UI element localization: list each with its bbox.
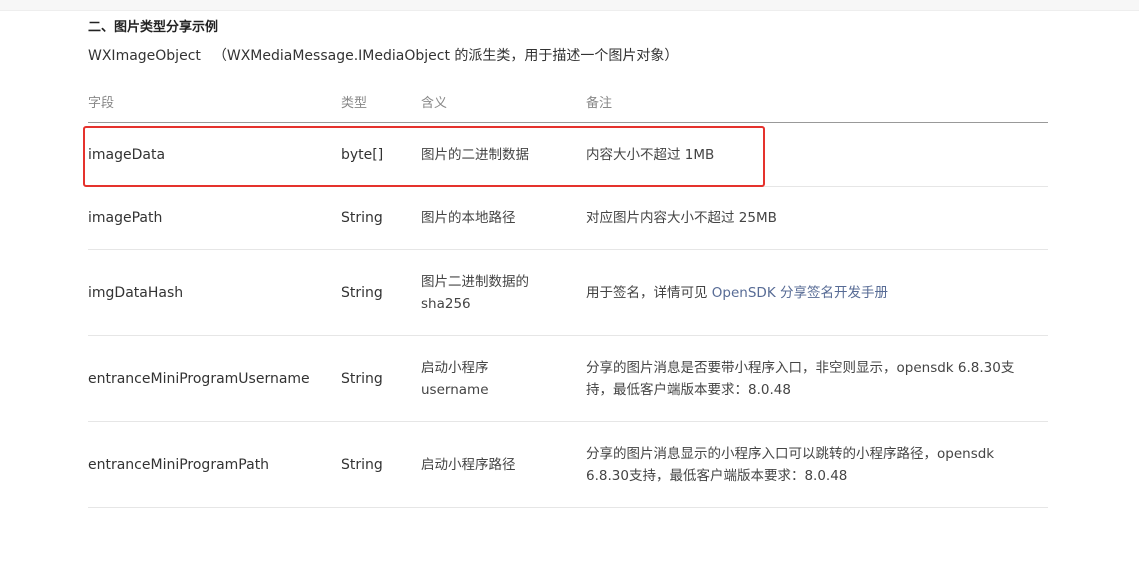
field-note: 对应图片内容大小不超过 25MB: [586, 186, 1048, 250]
table-row: entranceMiniProgramUsername String 启动小程序…: [88, 335, 1048, 422]
field-name: imagePath: [88, 186, 341, 250]
table-row: imageData byte[] 图片的二进制数据 内容大小不超过 1MB: [88, 122, 1048, 187]
table-row: entranceMiniProgramPath String 启动小程序路径 分…: [88, 421, 1048, 508]
field-name: entranceMiniProgramUsername: [88, 335, 341, 422]
field-type: String: [341, 335, 421, 422]
field-type: String: [341, 249, 421, 336]
field-type: byte[]: [341, 122, 421, 187]
section-title: 二、图片类型分享示例: [88, 20, 219, 35]
class-description: （WXMediaMessage.IMediaObject 的派生类，用于描述一个…: [212, 48, 679, 64]
field-note-text: 用于签名，详情可见: [586, 284, 712, 301]
signature-manual-link[interactable]: OpenSDK 分享签名开发手册: [712, 285, 888, 301]
field-name: imgDataHash: [88, 249, 341, 336]
field-name: imageData: [88, 122, 341, 187]
header-meaning: 含义: [421, 80, 586, 123]
field-note: 分享的图片消息显示的小程序入口可以跳转的小程序路径，opensdk 6.8.30…: [586, 421, 1048, 508]
class-name: WXImageObject: [88, 48, 201, 64]
field-note: 分享的图片消息是否要带小程序入口，非空则显示，opensdk 6.8.30支持，…: [586, 335, 1048, 422]
field-note-text: 分享的图片消息显示的小程序入口可以跳转的小程序路径，opensdk 6.8.30…: [586, 445, 995, 484]
field-meaning-text: 图片二进制数据的 sha256: [421, 273, 529, 312]
field-type: String: [341, 421, 421, 508]
field-meaning: 图片二进制数据的 sha256: [421, 249, 586, 336]
field-meaning: 启动小程序 username: [421, 335, 586, 422]
field-name: entranceMiniProgramPath: [88, 421, 341, 508]
field-note: 内容大小不超过 1MB: [586, 122, 1048, 187]
table-row: imagePath String 图片的本地路径 对应图片内容大小不超过 25M…: [88, 186, 1048, 250]
intro-line: WXImageObject （WXMediaMessage.IMediaObjec…: [88, 45, 678, 65]
table-row: imgDataHash String 图片二进制数据的 sha256 用于签名，…: [88, 249, 1048, 336]
field-meaning: 图片的本地路径: [421, 186, 586, 250]
field-meaning-text: 启动小程序 username: [421, 359, 489, 398]
field-table: 字段 类型 含义 备注 imageData byte[] 图片的二进制数据 内容…: [88, 80, 1048, 508]
header-note: 备注: [586, 80, 1048, 123]
header-type: 类型: [341, 80, 421, 123]
field-note-text: 分享的图片消息是否要带小程序入口，非空则显示，opensdk 6.8.30支持，…: [586, 359, 1015, 398]
header-field: 字段: [88, 80, 341, 123]
field-meaning: 启动小程序路径: [421, 421, 586, 508]
top-bar: [0, 0, 1139, 11]
table-header-row: 字段 类型 含义 备注: [88, 80, 1048, 123]
field-meaning: 图片的二进制数据: [421, 122, 586, 187]
field-type: String: [341, 186, 421, 250]
field-note: 用于签名，详情可见 OpenSDK 分享签名开发手册: [586, 249, 1048, 336]
